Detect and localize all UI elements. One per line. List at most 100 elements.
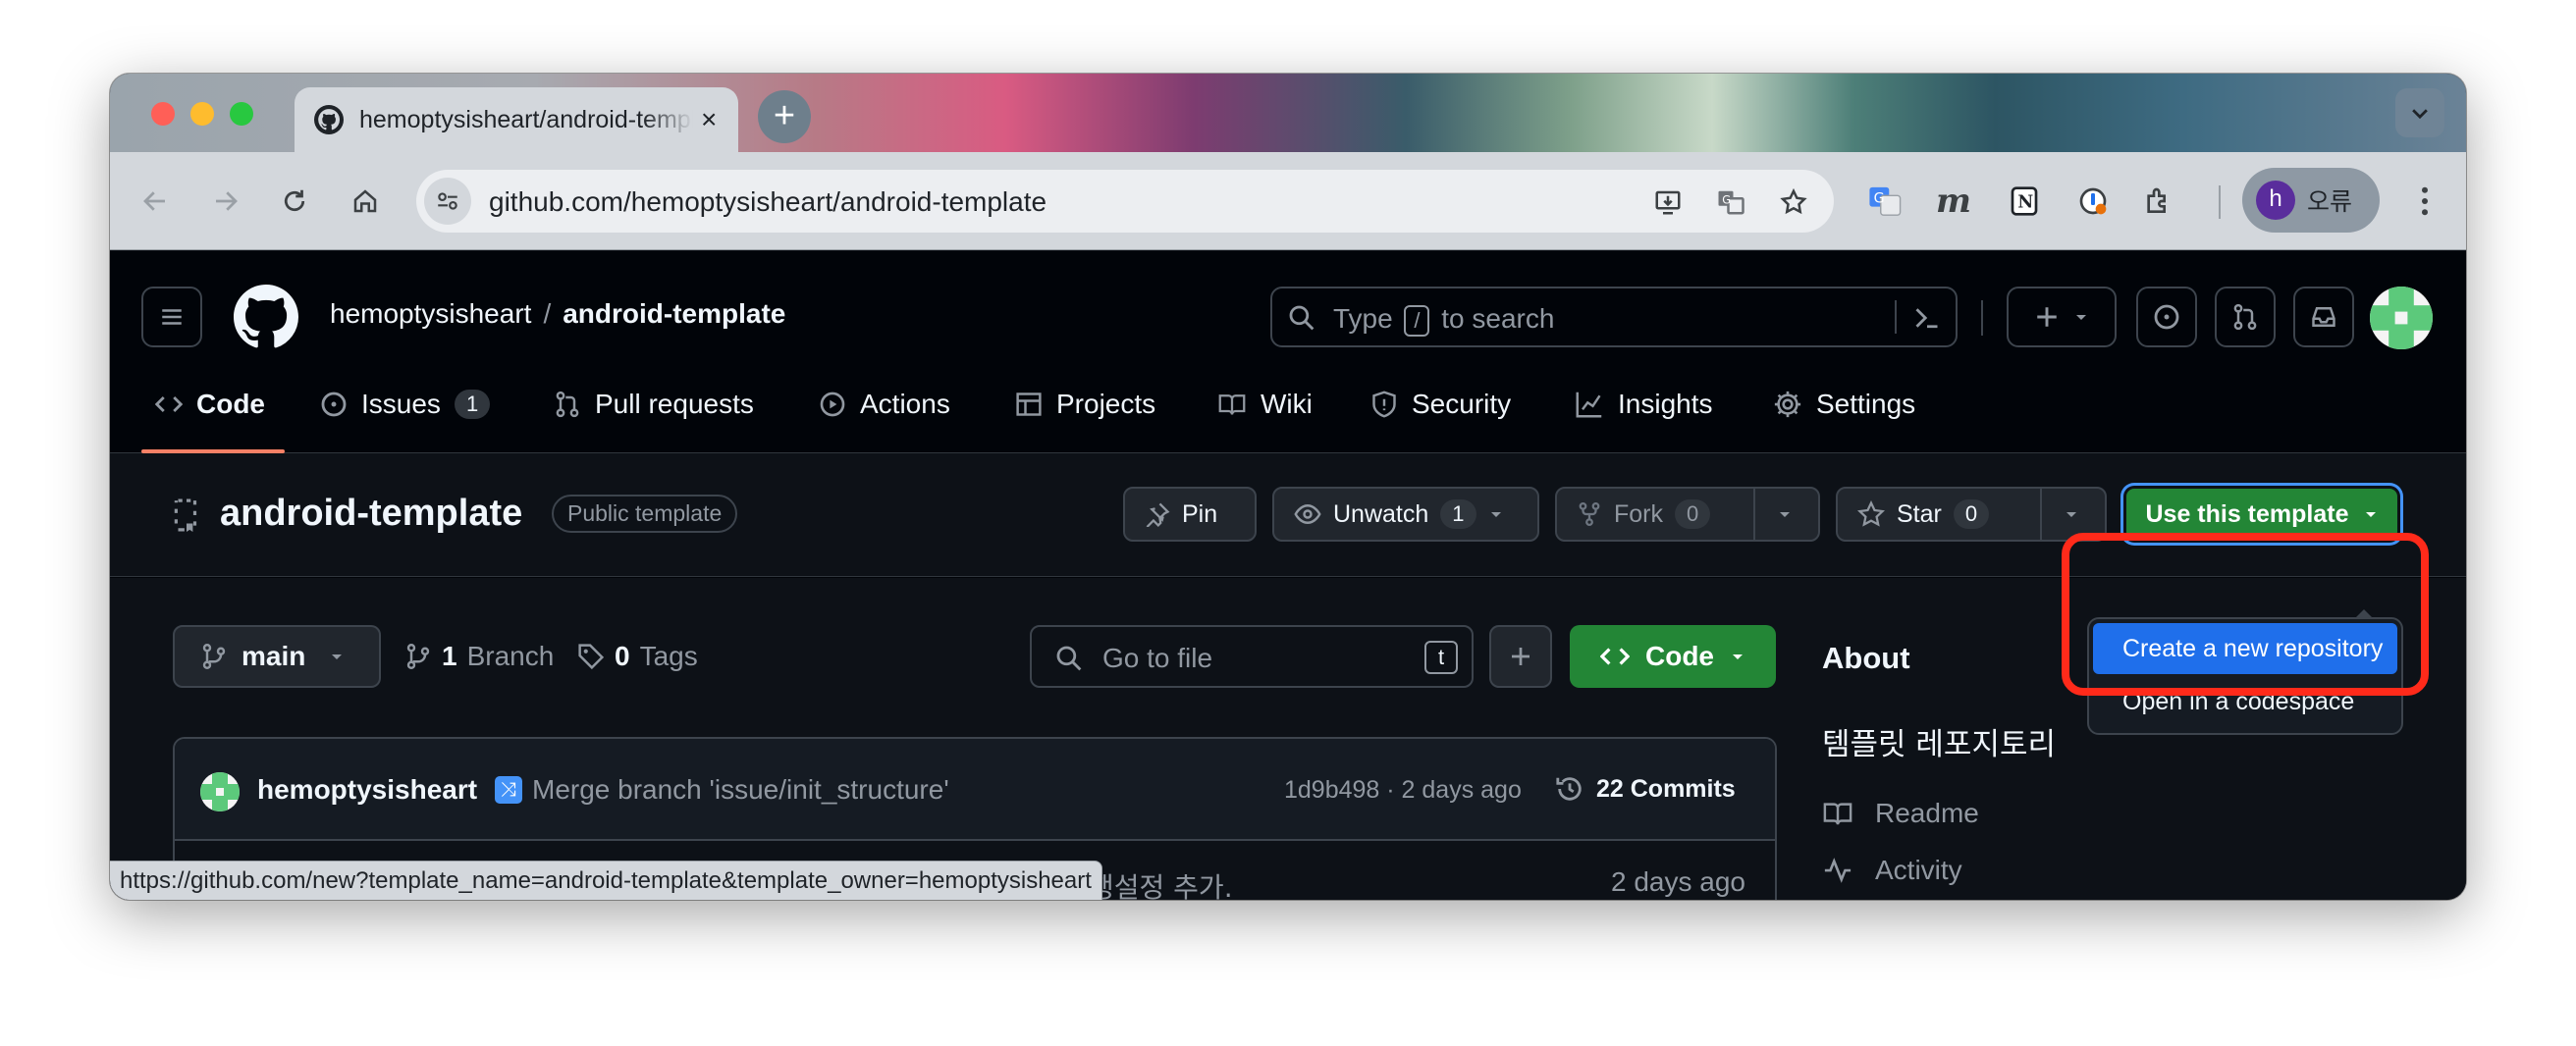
- commit-message[interactable]: Merge branch 'issue/init_structure': [532, 774, 949, 806]
- pin-label: Pin: [1182, 499, 1218, 528]
- window-maximize-button[interactable]: [230, 102, 253, 126]
- pin-button[interactable]: Pin: [1123, 487, 1257, 542]
- tab-insights[interactable]: Insights: [1575, 385, 1713, 424]
- commit-author-avatar[interactable]: [200, 772, 240, 811]
- hamburger-menu-button[interactable]: [141, 287, 202, 347]
- password-manager-extension-icon[interactable]: [2073, 182, 2113, 221]
- branches-link[interactable]: 1 Branch: [404, 641, 554, 672]
- tab-actions[interactable]: Actions: [819, 385, 950, 424]
- create-new-repository-item[interactable]: Create a new repository: [2093, 623, 2397, 674]
- branch-selector[interactable]: main: [173, 625, 381, 688]
- tags-link[interactable]: 0 Tags: [577, 641, 698, 672]
- branch-name: main: [242, 641, 306, 671]
- tab-pull-requests-label: Pull requests: [595, 389, 754, 419]
- branch-icon: [202, 644, 226, 669]
- star-counter: 0: [1953, 499, 1990, 529]
- bookmark-star-icon[interactable]: [1775, 183, 1812, 221]
- repo-title[interactable]: android-template: [220, 493, 522, 535]
- graph-icon: [1576, 392, 1602, 418]
- tab-projects[interactable]: Projects: [1015, 385, 1155, 424]
- extensions-puzzle-icon[interactable]: [2138, 182, 2177, 221]
- tab-wiki-label: Wiki: [1261, 389, 1313, 419]
- open-in-codespace-item[interactable]: Open in a codespace: [2122, 688, 2354, 716]
- star-dropdown-toggle[interactable]: [2042, 489, 2101, 540]
- m-extension-icon[interactable]: m: [1934, 182, 1973, 221]
- profile-name: 오류: [2307, 187, 2353, 216]
- window-close-button[interactable]: [151, 102, 175, 126]
- tab-settings-label: Settings: [1816, 389, 1916, 419]
- install-app-icon[interactable]: [1649, 183, 1687, 221]
- tab-issues-label: Issues: [361, 389, 441, 419]
- profile-chip[interactable]: h 오류: [2242, 168, 2380, 233]
- commit-hash-time[interactable]: 1d9b498 · 2 days ago: [1284, 776, 1522, 805]
- breadcrumb-repo[interactable]: android-template: [563, 298, 785, 329]
- tab-close-icon[interactable]: ×: [701, 106, 717, 133]
- window-minimize-button[interactable]: [190, 102, 214, 126]
- repo-title-row: android-template Public template Pin Unw…: [110, 453, 2466, 577]
- plus-icon: [1512, 648, 1530, 665]
- forward-icon[interactable]: [206, 182, 245, 221]
- unwatch-label: Unwatch: [1333, 499, 1429, 528]
- gear-icon: [1774, 391, 1801, 418]
- go-to-file-input[interactable]: Go to file t: [1030, 625, 1474, 688]
- commits-count-label: 22 Commits: [1596, 774, 1736, 803]
- file-commit-time: 2 days ago: [1611, 866, 1745, 897]
- book-icon: [1218, 394, 1246, 415]
- breadcrumb: hemoptysisheart / android-template: [330, 298, 785, 330]
- translate-icon[interactable]: G: [1712, 183, 1749, 221]
- tab-security[interactable]: Security: [1370, 385, 1511, 424]
- google-translate-extension-icon[interactable]: G: [1865, 182, 1905, 221]
- global-search-input[interactable]: Type / to search: [1270, 287, 1958, 347]
- tab-settings[interactable]: Settings: [1773, 385, 1915, 424]
- fork-label: Fork: [1614, 499, 1663, 528]
- caret-down-icon: [1780, 512, 1790, 517]
- reload-icon[interactable]: [275, 182, 314, 221]
- tab-strip: hemoptysisheart/android-template × +: [110, 74, 2466, 152]
- star-button[interactable]: Star 0: [1836, 487, 2107, 542]
- fork-icon: [1579, 501, 1600, 527]
- tags-label: Tags: [639, 641, 698, 671]
- tab-title: hemoptysisheart/android-template: [359, 105, 693, 133]
- back-icon[interactable]: [135, 182, 175, 221]
- issue-icon: [321, 392, 347, 417]
- browser-menu-icon[interactable]: [2405, 182, 2444, 221]
- issue-opened-icon: [2154, 304, 2179, 330]
- github-page: hemoptysisheart / android-template Type / …: [110, 251, 2466, 900]
- issues-button[interactable]: [2136, 287, 2197, 347]
- breadcrumb-owner[interactable]: hemoptysisheart: [330, 298, 531, 329]
- fork-counter: 0: [1675, 499, 1711, 529]
- activity-link[interactable]: Activity: [1822, 855, 1962, 886]
- fork-dropdown-toggle[interactable]: [1755, 489, 1814, 540]
- code-icon: [155, 396, 183, 412]
- play-icon: [820, 392, 845, 417]
- code-download-button[interactable]: Code: [1570, 625, 1776, 688]
- tab-issues[interactable]: Issues 1: [320, 385, 491, 424]
- inbox-button[interactable]: [2293, 287, 2354, 347]
- tab-search-button[interactable]: [2395, 88, 2444, 137]
- pull-requests-button[interactable]: [2215, 287, 2276, 347]
- activity-label: Activity: [1875, 855, 1962, 885]
- tab-pull-requests[interactable]: Pull requests: [554, 385, 754, 424]
- commits-link[interactable]: 22 Commits: [1555, 774, 1736, 804]
- fork-button[interactable]: Fork 0: [1555, 487, 1820, 542]
- commit-author[interactable]: hemoptysisheart: [257, 774, 477, 806]
- address-bar[interactable]: github.com/hemoptysisheart/android-templ…: [416, 170, 1834, 233]
- add-file-button[interactable]: [1489, 625, 1552, 688]
- site-info-icon[interactable]: [424, 178, 471, 225]
- tab-wiki[interactable]: Wiki: [1217, 385, 1313, 424]
- github-logo-icon[interactable]: [234, 285, 298, 349]
- unwatch-button[interactable]: Unwatch 1: [1272, 487, 1539, 542]
- browser-tab[interactable]: hemoptysisheart/android-template ×: [295, 87, 738, 152]
- tab-code[interactable]: Code: [155, 385, 265, 424]
- new-tab-button[interactable]: +: [758, 90, 811, 143]
- user-avatar[interactable]: [2370, 287, 2433, 349]
- home-icon[interactable]: [346, 182, 385, 221]
- create-new-button[interactable]: [2007, 287, 2117, 347]
- command-palette-icon[interactable]: [1912, 304, 1942, 332]
- use-this-template-button[interactable]: Use this template: [2126, 489, 2397, 540]
- branches-label: Branch: [466, 641, 555, 671]
- readme-link[interactable]: Readme: [1822, 798, 1979, 829]
- search-icon: [1056, 646, 1082, 671]
- watch-counter: 1: [1440, 499, 1476, 529]
- notion-extension-icon[interactable]: N: [2005, 182, 2044, 221]
